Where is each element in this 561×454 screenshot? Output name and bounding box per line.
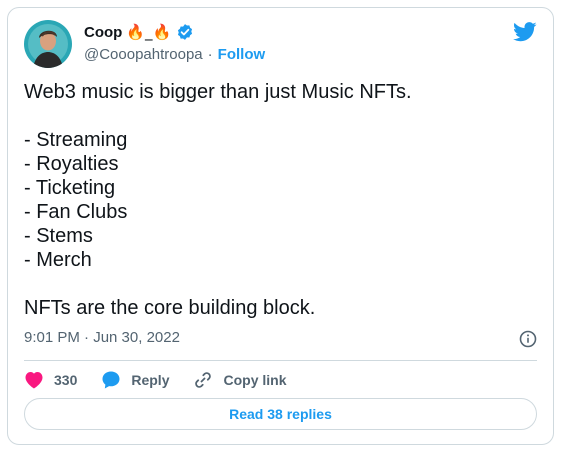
tweet-text: Web3 music is bigger than just Music NFT… xyxy=(24,81,412,319)
author-name-row: Coop 🔥_🔥 xyxy=(84,22,194,42)
link-icon xyxy=(193,370,213,390)
reply-button[interactable]: Reply xyxy=(101,370,169,390)
handle-row: @Cooopahtroopa · Follow xyxy=(84,46,265,63)
handle-separator: · xyxy=(207,46,213,63)
display-name[interactable]: Coop xyxy=(84,24,122,41)
name-decoration: 🔥_🔥 xyxy=(126,23,172,41)
heart-icon xyxy=(24,371,44,389)
copy-link-label: Copy link xyxy=(223,372,287,388)
info-icon[interactable] xyxy=(519,330,537,348)
like-button[interactable]: 330 xyxy=(24,371,77,389)
avatar[interactable] xyxy=(24,20,72,68)
tweet-card: Coop 🔥_🔥 @Cooopahtroopa · Follow Web3 mu… xyxy=(7,7,554,445)
avatar-image xyxy=(24,20,72,68)
reply-label: Reply xyxy=(131,372,170,388)
copy-link-button[interactable]: Copy link xyxy=(193,370,287,390)
read-replies-button[interactable]: Read 38 replies xyxy=(24,398,537,430)
actions-row: 330 Reply Copy link xyxy=(24,368,311,392)
tweet-timestamp[interactable]: 9:01 PM · Jun 30, 2022 xyxy=(24,329,180,346)
speech-bubble-icon xyxy=(101,370,121,390)
verified-badge-icon xyxy=(176,23,194,41)
like-count: 330 xyxy=(54,372,78,388)
twitter-bird-icon[interactable] xyxy=(513,22,537,42)
author-handle[interactable]: @Cooopahtroopa xyxy=(84,46,203,63)
follow-button[interactable]: Follow xyxy=(218,46,266,63)
divider xyxy=(24,360,537,361)
read-replies-label: Read 38 replies xyxy=(229,406,332,422)
